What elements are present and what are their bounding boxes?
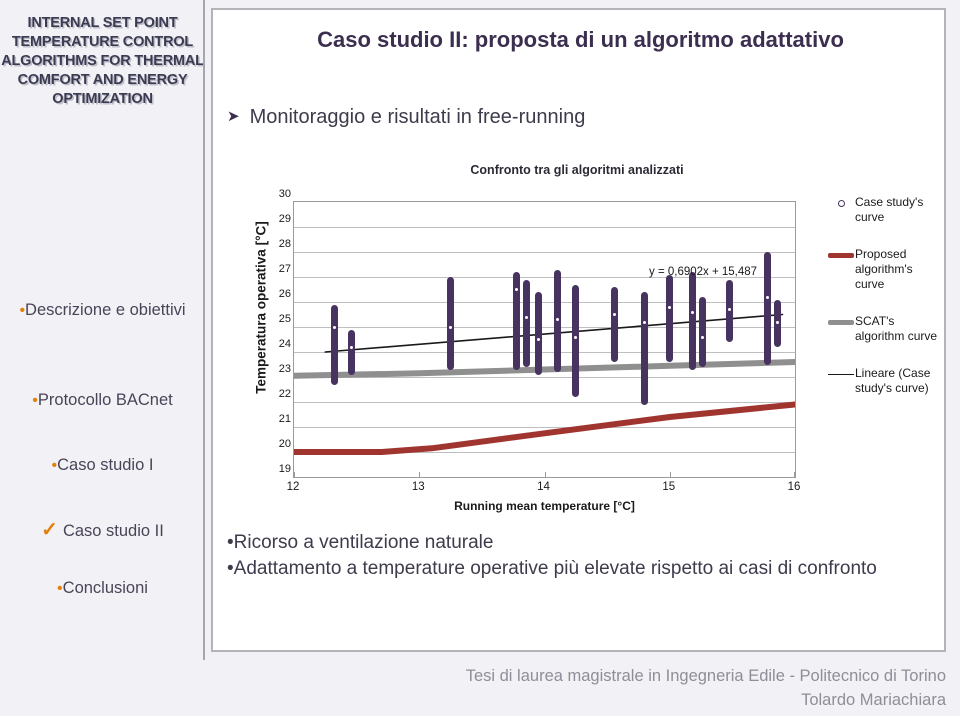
legend-item-2[interactable]: Proposed algorithm's curve: [827, 247, 942, 292]
y-tick-label: 27: [278, 263, 291, 275]
y-tick-label: 29: [278, 213, 291, 225]
scatter-cluster: [572, 284, 580, 397]
sidebar-item-2[interactable]: •Protocollo BACnet: [0, 390, 205, 411]
scatter-cluster: [688, 272, 696, 370]
sidebar-item-4[interactable]: ✓ Caso studio II: [0, 520, 205, 542]
sidebar-item-label: Protocollo BACnet: [37, 391, 173, 409]
x-tick-label: 14: [537, 481, 550, 493]
scatter-marker-center: [449, 325, 453, 329]
series-line: [294, 401, 795, 455]
series-line: [294, 359, 795, 379]
y-axis-ticks: 19 20 21 22 23 24 25 26 27 28 29 30: [261, 188, 291, 480]
legend-label: Proposed algorithm's curve: [855, 247, 913, 291]
sidebar-item-5[interactable]: •Conclusioni: [0, 578, 205, 599]
arrow-bullet-icon: ➤: [227, 108, 240, 125]
scatter-marker-center: [613, 313, 617, 316]
subheading-text: Monitoraggio e risultati in free-running: [249, 106, 586, 128]
scatter-marker-center: [555, 318, 559, 321]
scatter-marker-center: [643, 320, 647, 324]
scatter-marker-center: [728, 308, 732, 311]
scatter-marker-center: [332, 325, 336, 329]
scatter-marker-center: [775, 320, 779, 324]
scatter-cluster: [447, 277, 455, 370]
checkmark-icon: ✓: [41, 519, 58, 541]
legend-item-4[interactable]: Lineare (Case study's curve): [827, 366, 942, 396]
legend-marker-icon: [837, 199, 845, 207]
sidebar-item-label: Caso studio II: [62, 522, 164, 540]
x-axis-ticks: 12 13 14 15 16: [287, 481, 801, 501]
y-tick-label: 23: [278, 363, 291, 375]
footer-line-1: Tesi di laurea magistrale in Ingegneria …: [465, 667, 946, 685]
y-tick-label: 26: [278, 288, 291, 300]
footer-line-2: Tolardo Mariachiara: [801, 691, 946, 709]
scatter-cluster: [348, 329, 356, 375]
x-axis-title: Running mean temperature [°C]: [454, 499, 635, 513]
scatter-cluster: [534, 292, 542, 375]
scatter-cluster: [773, 299, 781, 347]
scatter-cluster: [666, 274, 674, 362]
sidebar: INTERNAL SET POINT TEMPERATURE CONTROL A…: [0, 0, 205, 716]
sidebar-item-1[interactable]: •Descrizione e obiettivi: [0, 300, 205, 321]
legend-line-gray-icon: [828, 319, 854, 325]
scatter-cluster: [523, 279, 531, 367]
x-tick-label: 15: [662, 481, 676, 493]
footer: Tesi di laurea magistrale in Ingegneria …: [0, 664, 960, 712]
sidebar-item-label: Caso studio I: [57, 456, 154, 474]
scatter-cluster: [330, 304, 338, 385]
x-tick-label: 13: [411, 481, 425, 493]
scatter-cluster: [726, 279, 734, 342]
scatter-cluster: [641, 292, 649, 405]
chart-title: Confronto tra gli algoritmi analizzati: [470, 163, 684, 177]
bullet-item-2: •Adattamento a temperature operative più…: [227, 558, 877, 579]
scatter-marker-center: [525, 315, 529, 319]
y-tick-label: 21: [278, 413, 291, 425]
scatter-cluster: [611, 287, 619, 362]
presentation-title: INTERNAL SET POINT TEMPERATURE CONTROL A…: [1, 15, 204, 107]
scatter-marker-center: [350, 345, 354, 349]
legend-label: Lineare (Case study's curve): [855, 366, 931, 395]
scatter-cluster: [553, 269, 561, 372]
y-tick-label: 20: [278, 438, 291, 450]
scatter-marker-center: [690, 310, 694, 314]
scatter-marker-center: [574, 335, 578, 339]
scatter-marker-center: [536, 338, 540, 341]
x-tick-label: 12: [286, 481, 300, 493]
legend-label: SCAT's algorithm curve: [855, 314, 938, 343]
plot-area: y = 0,6902x + 15,487: [293, 201, 796, 478]
sidebar-item-3[interactable]: •Caso studio I: [0, 455, 205, 476]
y-tick-label: 19: [278, 463, 291, 475]
slide-content-panel: Caso studio II: proposta di un algoritmo…: [211, 8, 946, 652]
legend-line-red-icon: [828, 252, 854, 258]
slide-title: Caso studio II: proposta di un algoritmo…: [317, 27, 844, 52]
chart: Confronto tra gli algoritmi analizzati T…: [227, 155, 938, 515]
y-tick-label: 22: [278, 388, 291, 400]
scatter-cluster: [698, 297, 706, 367]
trendline-equation: y = 0,6902x + 15,487: [649, 266, 758, 278]
bullet-item-1: •Ricorso a ventilazione naturale: [227, 532, 494, 553]
scatter-marker-center: [515, 288, 519, 291]
y-tick-label: 24: [278, 338, 291, 350]
scatter-cluster: [513, 272, 521, 370]
scatter-marker-center: [700, 335, 704, 339]
scatter-marker-center: [765, 295, 769, 299]
curve-layer: [294, 313, 795, 455]
scatter-marker-center: [668, 305, 672, 309]
legend-line-thin-icon: [828, 373, 854, 375]
legend-item-1[interactable]: Case study's curve: [827, 195, 942, 225]
chart-legend: Case study's curve Proposed algorithm's c…: [827, 195, 942, 418]
x-tick-label: 16: [787, 481, 801, 493]
sidebar-item-label: Descrizione e obiettivi: [25, 301, 186, 319]
y-tick-label: 28: [278, 238, 291, 250]
bullet-list: •Ricorso a ventilazione naturale •Adattam…: [227, 530, 927, 582]
legend-item-3[interactable]: SCAT's algorithm curve: [827, 314, 942, 344]
y-tick-label: 25: [278, 313, 291, 325]
legend-label: Case study's curve: [855, 195, 924, 224]
scatter-cluster: [763, 252, 771, 365]
sidebar-divider: [203, 0, 205, 660]
sidebar-item-label: Conclusioni: [62, 579, 148, 597]
y-tick-label: 30: [278, 188, 291, 200]
slide-subheading: ➤ Monitoraggio e risultati in free-runni…: [227, 103, 927, 131]
